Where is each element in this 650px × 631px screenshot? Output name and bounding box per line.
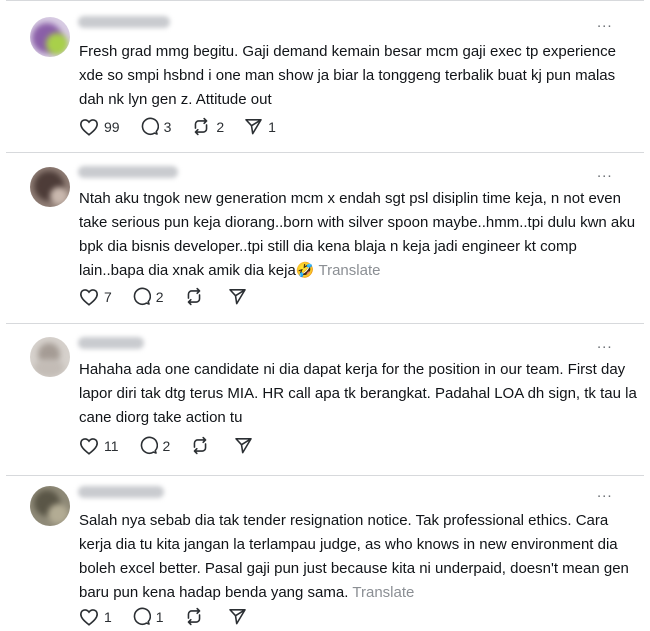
comment-icon <box>133 287 151 305</box>
like-count: 7 <box>104 288 112 305</box>
like-button[interactable]: 1 <box>79 608 132 626</box>
heart-icon <box>79 288 99 306</box>
share-button[interactable] <box>234 436 253 455</box>
replies-feed: ... Fresh grad mmg begitu. Gaji demand k… <box>0 0 650 631</box>
reply-count: 1 <box>155 608 164 625</box>
reply-text: Hahaha ada one candidate ni dia dapat ke… <box>79 358 639 430</box>
send-icon <box>228 288 246 305</box>
heart-icon <box>79 437 99 455</box>
reply-post[interactable]: ... Fresh grad mmg begitu. Gaji demand k… <box>0 0 650 152</box>
avatar[interactable] <box>30 17 70 57</box>
comment-icon <box>140 436 158 454</box>
username-blurred[interactable] <box>78 486 164 498</box>
reply-post[interactable]: ... Ntah aku tngok new generation mcm x … <box>0 153 650 323</box>
reply-count: 2 <box>155 288 164 305</box>
action-bar: 7 2 <box>79 287 271 306</box>
like-button[interactable]: 7 <box>79 288 132 306</box>
avatar[interactable] <box>30 167 70 207</box>
avatar[interactable] <box>30 337 70 377</box>
reply-body: Hahaha ada one candidate ni dia dapat ke… <box>79 361 637 426</box>
repost-button[interactable] <box>190 436 210 455</box>
share-button[interactable]: 1 <box>244 117 296 136</box>
reply-text: Ntah aku tngok new generation mcm x enda… <box>79 187 639 283</box>
comment-icon <box>133 607 151 625</box>
like-count: 1 <box>104 608 112 625</box>
repost-count: 2 <box>216 118 225 135</box>
reply-button[interactable]: 2 <box>132 287 184 306</box>
username-blurred[interactable] <box>78 16 170 28</box>
more-options-icon[interactable]: ... <box>597 15 613 30</box>
avatar[interactable] <box>30 486 70 526</box>
more-options-icon[interactable]: ... <box>597 165 613 180</box>
action-bar: 1 1 <box>79 607 271 626</box>
repost-icon <box>187 287 200 306</box>
more-options-icon[interactable]: ... <box>597 336 613 351</box>
translate-link[interactable]: Translate <box>352 584 414 601</box>
reply-count: 2 <box>162 437 171 454</box>
reply-button[interactable]: 2 <box>139 436 191 455</box>
reply-body: Fresh grad mmg begitu. Gaji demand kemai… <box>79 43 616 108</box>
reply-post[interactable]: ... Hahaha ada one candidate ni dia dapa… <box>0 324 650 475</box>
more-options-icon[interactable]: ... <box>597 485 613 500</box>
like-count: 99 <box>104 118 120 135</box>
send-icon <box>228 608 246 625</box>
repost-icon <box>195 117 208 136</box>
repost-icon <box>187 607 200 626</box>
repost-button[interactable] <box>184 287 204 306</box>
send-icon <box>245 118 262 135</box>
action-bar: 11 2 <box>79 436 277 455</box>
share-button[interactable] <box>228 607 247 626</box>
like-count: 11 <box>104 437 119 454</box>
heart-icon <box>79 608 99 626</box>
reply-button[interactable]: 3 <box>140 117 192 136</box>
reply-button[interactable]: 1 <box>132 607 184 626</box>
username-blurred[interactable] <box>78 337 144 349</box>
send-icon <box>235 437 253 454</box>
translate-link[interactable]: Translate <box>318 262 380 279</box>
action-bar: 99 3 2 1 <box>79 117 296 136</box>
share-count: 1 <box>268 118 276 135</box>
like-button[interactable]: 11 <box>79 437 139 455</box>
repost-icon <box>194 436 207 455</box>
repost-button[interactable]: 2 <box>191 117 244 136</box>
username-blurred[interactable] <box>78 166 178 178</box>
share-button[interactable] <box>228 287 247 306</box>
reply-text: Fresh grad mmg begitu. Gaji demand kemai… <box>79 40 639 112</box>
reply-post[interactable]: ... Salah nya sebab dia tak tender resig… <box>0 476 650 631</box>
reply-text: Salah nya sebab dia tak tender resignati… <box>79 509 639 605</box>
heart-icon <box>79 118 99 136</box>
like-button[interactable]: 99 <box>79 118 140 136</box>
reply-count: 3 <box>163 118 172 135</box>
repost-button[interactable] <box>184 607 204 626</box>
comment-icon <box>141 117 159 135</box>
